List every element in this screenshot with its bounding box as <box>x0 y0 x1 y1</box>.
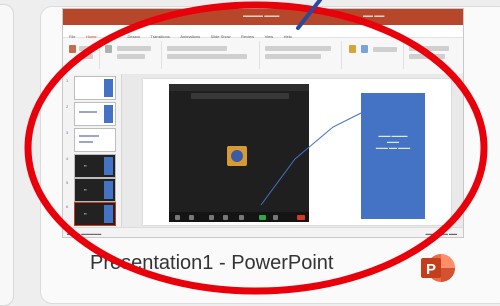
blue-annotation-stroke <box>296 0 322 30</box>
